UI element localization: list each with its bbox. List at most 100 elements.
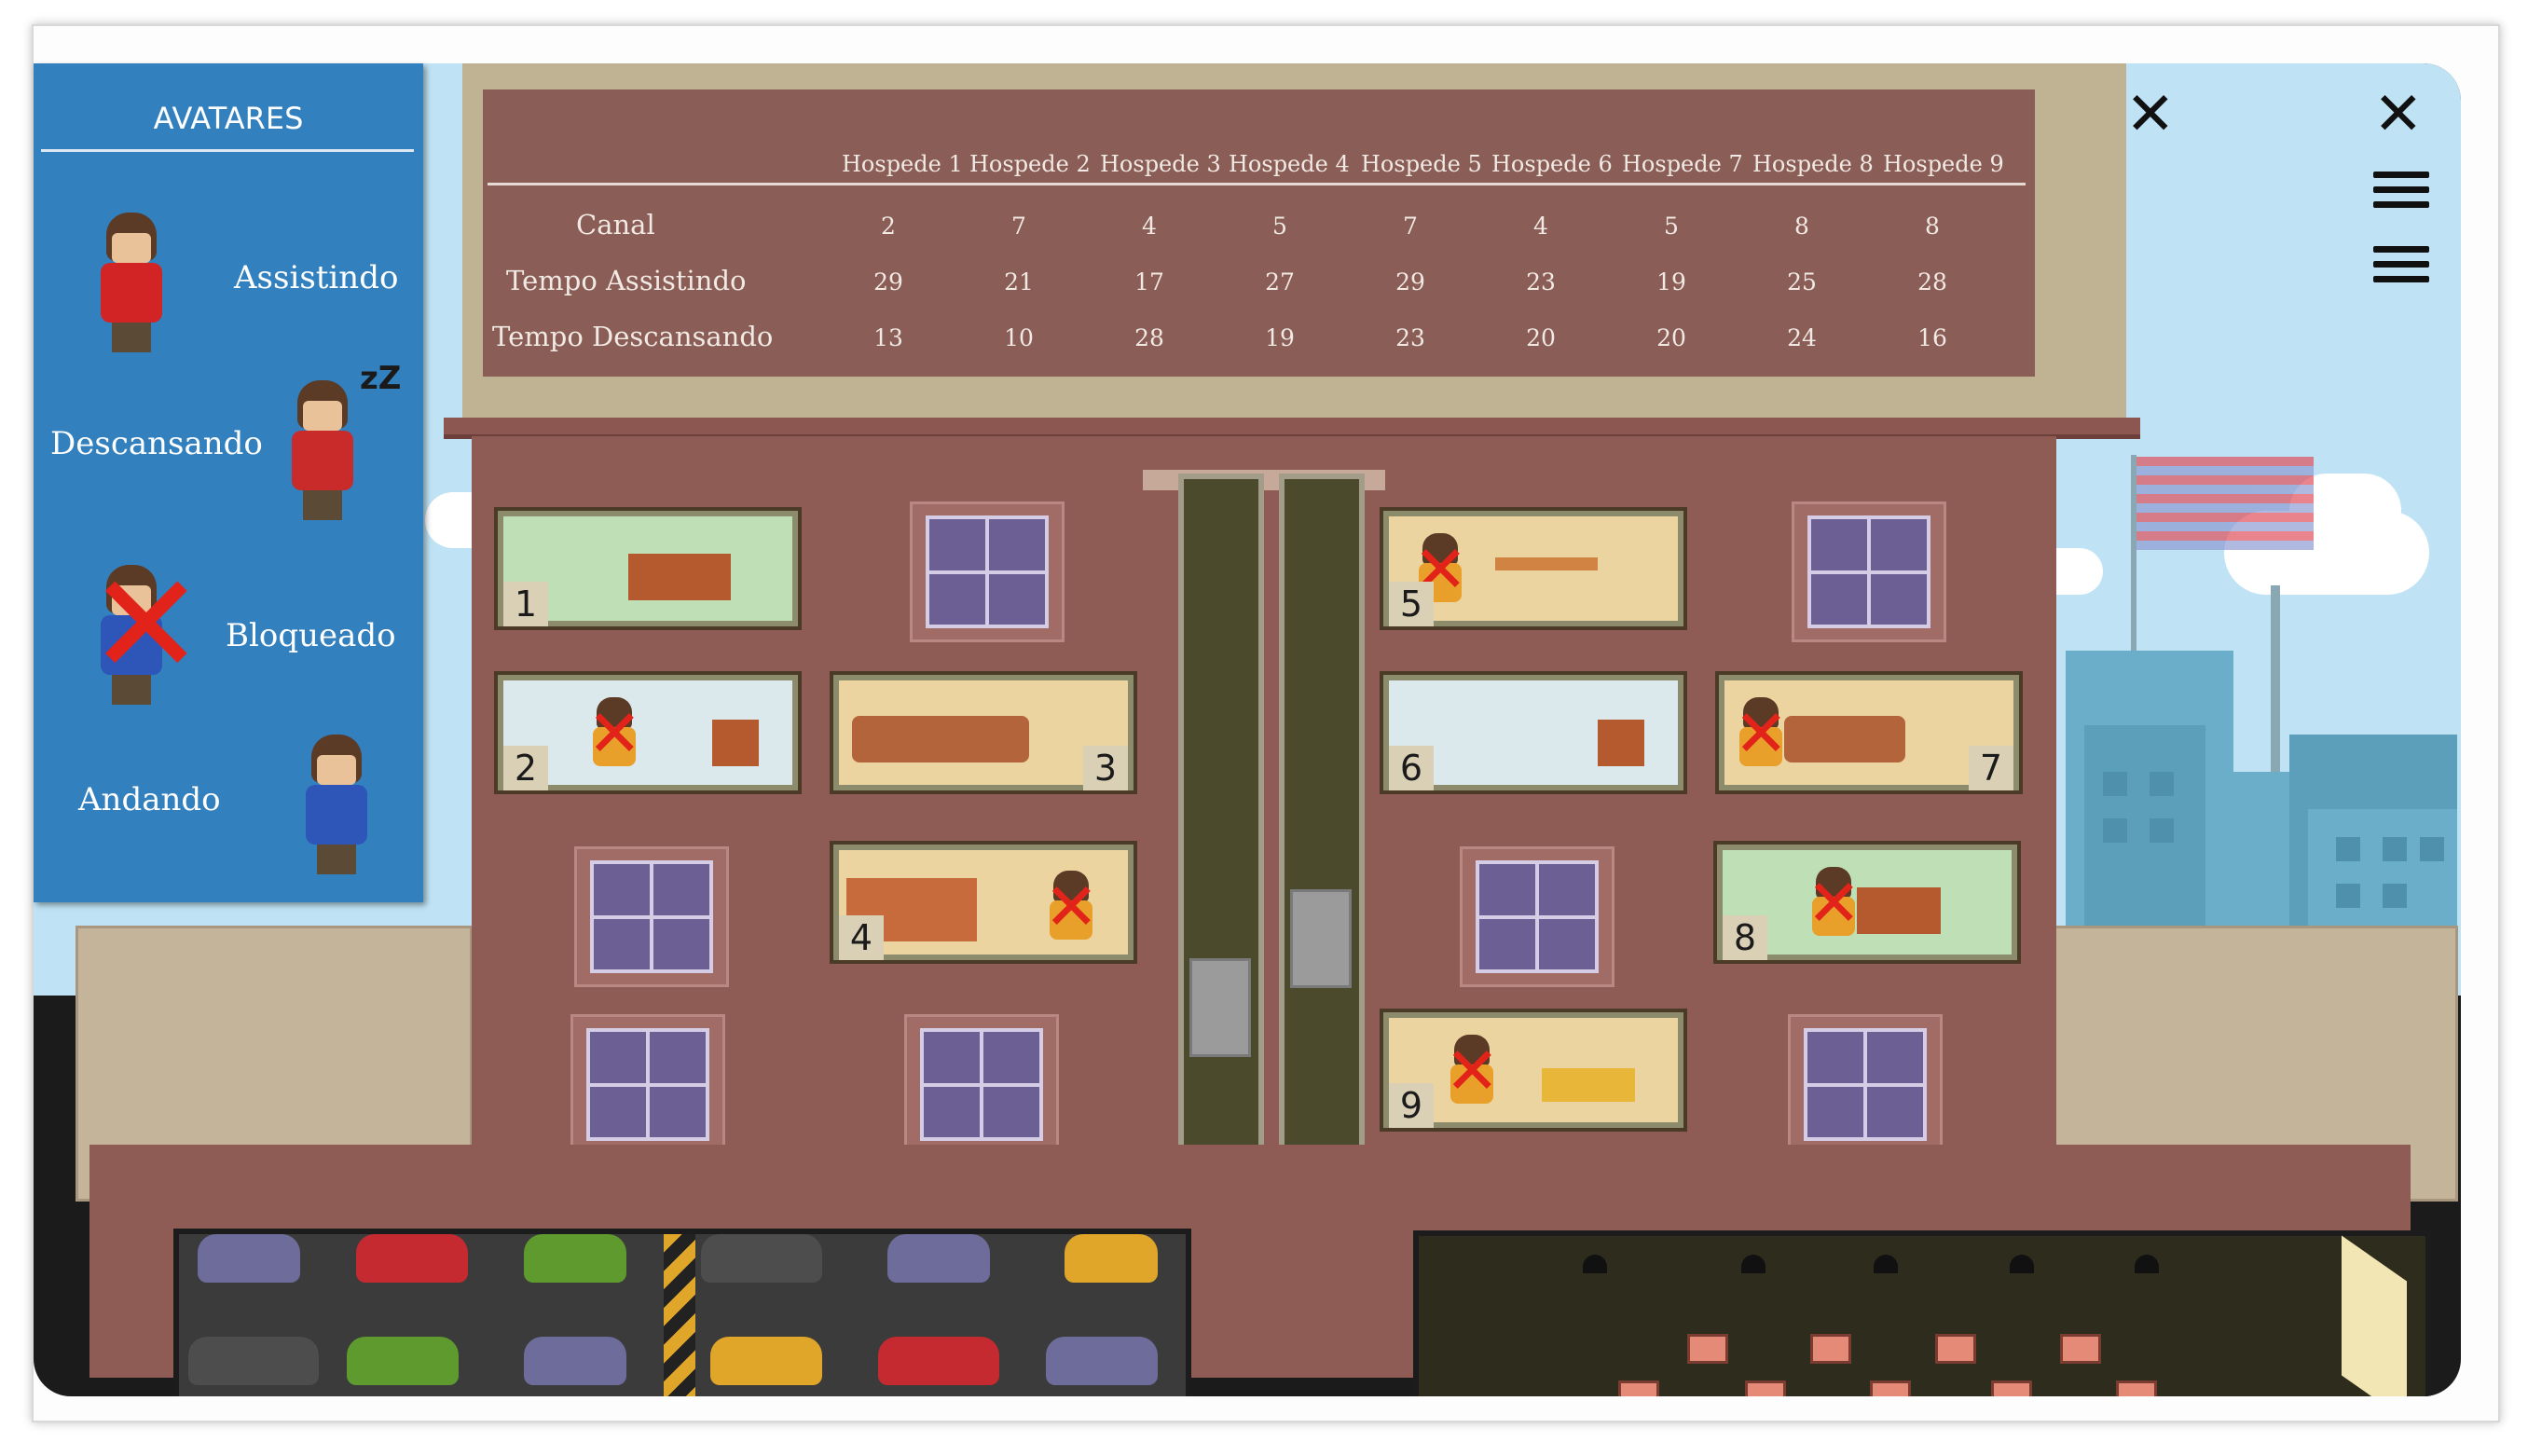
table-cell: 8 [1794, 213, 1809, 240]
ceiling-lamp [2135, 1255, 2159, 1273]
table-cell: 13 [873, 324, 903, 351]
room-8[interactable]: ✕ 8 [1713, 841, 2021, 964]
blocked-x-icon: ✕ [88, 544, 205, 707]
sofa [852, 716, 1029, 762]
hazard-pillar [664, 1234, 695, 1396]
room-9[interactable]: ✕ 9 [1380, 1009, 1687, 1132]
avatar-blocked: ✕ [88, 556, 205, 705]
table-cell: 25 [1787, 268, 1817, 295]
desk [628, 554, 731, 600]
car [524, 1337, 626, 1385]
table-cell: 20 [1526, 324, 1556, 351]
col-header: Hospede 8 [1752, 151, 1874, 177]
table-cell: 19 [1265, 324, 1295, 351]
room-number: 7 [1969, 746, 2013, 790]
sink [1598, 720, 1644, 766]
city-window [2420, 837, 2444, 861]
table-cell: 27 [1265, 268, 1295, 295]
ceiling-lamp [1874, 1255, 1898, 1273]
table-cell: 23 [1395, 324, 1425, 351]
room-number: 8 [1723, 915, 1767, 960]
elevator-car-2[interactable] [1290, 889, 1352, 988]
room-3[interactable]: 3 [830, 671, 1137, 794]
queue-number: 5 [1862, 1394, 1889, 1396]
car [701, 1234, 822, 1283]
table-cell: 16 [1917, 324, 1947, 351]
col-header: Hospede 3 [1100, 151, 1221, 177]
hotel-window [574, 846, 729, 987]
close-icon[interactable]: ✕ [2373, 80, 2424, 149]
sofa [1784, 716, 1905, 762]
city-window [2383, 884, 2407, 908]
legend-label: Assistindo [234, 259, 399, 296]
bed [1542, 1068, 1635, 1102]
guest-blocked: ✕ [587, 695, 642, 772]
elevator-car-1[interactable] [1189, 958, 1251, 1057]
waiting-lounge [1413, 1230, 2431, 1396]
menu-icon[interactable] [2373, 246, 2429, 291]
room-1[interactable]: 1 [494, 507, 802, 630]
table-cell: 4 [1533, 213, 1548, 240]
hotel-window [904, 1014, 1059, 1155]
avatar-walking [304, 735, 369, 874]
guest-blocked: ✕ [1807, 865, 1862, 941]
guest-blocked: ✕ [1044, 869, 1099, 945]
flag [2136, 457, 2314, 550]
header-divider [488, 183, 2026, 185]
city-window [2103, 772, 2127, 796]
ceiling-lamp [2010, 1255, 2034, 1273]
col-header: Hospede 9 [1883, 151, 2004, 177]
room-number: 5 [1389, 582, 1434, 626]
ceiling-lamp [1583, 1255, 1607, 1273]
table-cell: 7 [1403, 213, 1418, 240]
table-cell: 28 [1917, 268, 1947, 295]
city-window [2383, 837, 2407, 861]
legend-divider [41, 149, 414, 152]
col-header: Hospede 4 [1229, 151, 1350, 177]
row-label: Tempo Descansando [492, 321, 774, 352]
car [887, 1234, 990, 1283]
guest-blocked: ✕ [1734, 695, 1789, 772]
hotel-window [910, 501, 1065, 642]
guest-blocked: ✕ [1445, 1033, 1500, 1109]
queue-number: 6 [1799, 1394, 1825, 1396]
room-number: 4 [839, 915, 884, 960]
room-4[interactable]: ✕ 4 [830, 841, 1137, 964]
queue-number: 7 [1736, 1394, 1762, 1396]
dining-table [1495, 557, 1598, 570]
table-cell: 10 [1004, 324, 1034, 351]
desk [1857, 887, 1941, 934]
hotel-window [1792, 501, 1946, 642]
hotel-window [570, 1014, 725, 1155]
chair [2060, 1334, 2101, 1364]
sink [712, 720, 759, 766]
table-cell: 20 [1656, 324, 1686, 351]
col-header: Hospede 5 [1361, 151, 1482, 177]
queue-number: 3 [1989, 1394, 2015, 1396]
table-cell: 23 [1526, 268, 1556, 295]
room-5[interactable]: ✕ 5 [1380, 507, 1687, 630]
car [710, 1337, 822, 1385]
menu-icon[interactable] [2373, 172, 2429, 216]
ceiling-lamp [1741, 1255, 1765, 1273]
car [347, 1337, 459, 1385]
car [356, 1234, 468, 1283]
legend-title: AVATARES [153, 101, 304, 136]
hotel-window [1788, 1014, 1943, 1155]
table-cell: 29 [873, 268, 903, 295]
car [1065, 1234, 1158, 1283]
parking-garage [173, 1229, 1191, 1396]
table-cell: 19 [1656, 268, 1686, 295]
close-icon[interactable]: ✕ [2125, 80, 2176, 149]
table-cell: 7 [1011, 213, 1026, 240]
row-label: Tempo Assistindo [506, 265, 747, 296]
hotel-window [1460, 846, 1614, 987]
room-7[interactable]: ✕ 7 [1715, 671, 2023, 794]
legend-label: Bloqueado [226, 617, 396, 654]
room-6[interactable]: 6 [1380, 671, 1687, 794]
room-number: 2 [503, 746, 548, 790]
room-2[interactable]: ✕ 2 [494, 671, 802, 794]
room-number: 6 [1389, 746, 1434, 790]
city-window [2103, 818, 2127, 843]
legend-label: Andando [78, 781, 221, 818]
